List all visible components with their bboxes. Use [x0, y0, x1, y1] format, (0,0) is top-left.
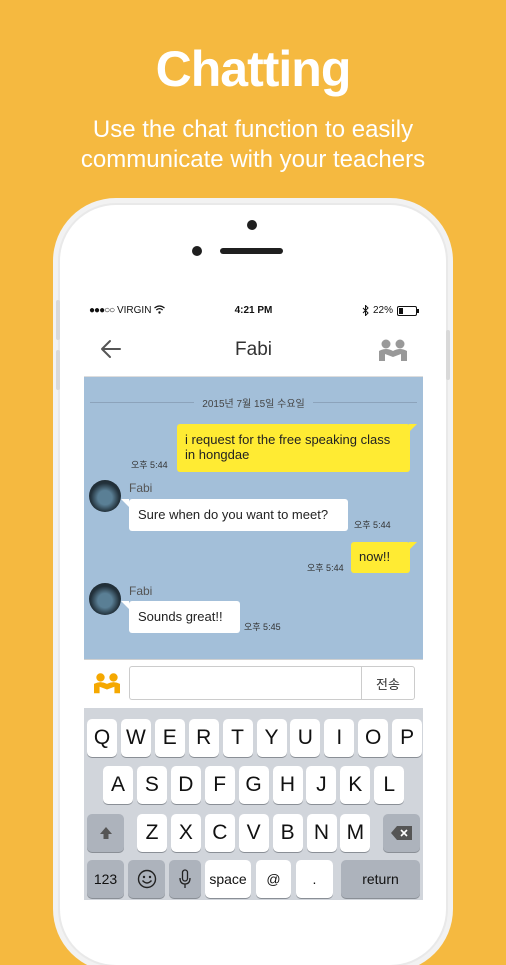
key-n[interactable]: N — [306, 814, 337, 852]
key-u[interactable]: U — [290, 719, 321, 757]
key-k[interactable]: K — [340, 766, 371, 804]
emoji-icon — [137, 869, 156, 889]
message-time: 오후 5:45 — [244, 622, 281, 632]
front-camera — [192, 246, 202, 256]
key-r[interactable]: R — [188, 719, 219, 757]
space-key[interactable]: space — [205, 860, 251, 898]
key-j[interactable]: J — [306, 766, 337, 804]
message-time: 오후 5:44 — [307, 563, 344, 573]
key-f[interactable]: F — [204, 766, 235, 804]
divider-line-left — [90, 402, 195, 403]
key-v[interactable]: V — [238, 814, 269, 852]
key-s[interactable]: S — [136, 766, 167, 804]
numbers-key[interactable]: 123 — [87, 860, 124, 898]
date-divider: 2015년 7월 15일 수요일 — [90, 395, 417, 410]
keyboard: QWERTYUIOP ASDFGHJKL ZXCVBNM 123 space @… — [84, 708, 423, 900]
key-w[interactable]: W — [120, 719, 151, 757]
key-h[interactable]: H — [272, 766, 303, 804]
key-y[interactable]: Y — [256, 719, 287, 757]
dictation-key[interactable] — [169, 860, 201, 898]
promo-subtitle-line1: Use the chat function to easily — [92, 116, 414, 143]
message-text: Sure when do you want to meet? — [138, 507, 329, 522]
key-d[interactable]: D — [170, 766, 201, 804]
promo-subtitle: Use the chat function to easily communic… — [0, 115, 506, 175]
return-key[interactable]: return — [341, 860, 420, 898]
key-q[interactable]: Q — [87, 719, 117, 757]
sender-name: Fabi — [129, 481, 153, 495]
message-text: now!! — [359, 549, 391, 564]
avatar[interactable] — [89, 583, 121, 615]
my-message-bubble[interactable]: i request for the free speaking class in… — [177, 424, 410, 472]
key-e[interactable]: E — [154, 719, 185, 757]
status-right: 22% — [362, 305, 419, 316]
key-t[interactable]: T — [222, 719, 253, 757]
my-message-bubble[interactable]: now!! — [351, 542, 410, 573]
phone-screen: ●●●○○ VIRGIN 4:21 PM 22% Fabi 2015년 7월 1… — [84, 300, 423, 900]
at-key[interactable]: @ — [256, 860, 291, 898]
key-x[interactable]: X — [170, 814, 201, 852]
period-key[interactable]: . — [296, 860, 333, 898]
backspace-key[interactable] — [383, 814, 420, 852]
message-time: 오후 5:44 — [131, 460, 168, 470]
date-divider-label: 2015년 7월 15일 수요일 — [202, 399, 305, 410]
key-z[interactable]: Z — [137, 814, 167, 852]
power-button — [446, 330, 450, 380]
volume-up-button — [56, 300, 60, 340]
bubble-tail — [409, 542, 417, 550]
message-text-line: in hongdae — [185, 447, 250, 462]
battery-icon — [397, 305, 419, 316]
key-a[interactable]: A — [103, 766, 133, 804]
key-i[interactable]: I — [324, 719, 355, 757]
people-icon[interactable] — [379, 339, 407, 361]
bluetooth-icon — [362, 305, 369, 316]
key-c[interactable]: C — [204, 814, 235, 852]
promo-title: Chatting — [155, 41, 352, 97]
backspace-icon — [390, 826, 412, 840]
bubble-tail — [409, 424, 417, 432]
people-icon[interactable] — [94, 672, 120, 694]
status-bar: ●●●○○ VIRGIN 4:21 PM 22% — [84, 300, 423, 322]
shift-arrow-icon — [99, 827, 112, 839]
message-text: Sounds great!! — [138, 609, 223, 624]
key-p[interactable]: P — [392, 719, 423, 757]
message-input[interactable] — [129, 666, 361, 700]
send-button[interactable]: 전송 — [361, 666, 415, 700]
message-time: 오후 5:44 — [354, 520, 391, 530]
microphone-icon — [179, 869, 191, 888]
sender-name: Fabi — [129, 584, 153, 598]
battery-percent: 22% — [372, 305, 393, 316]
key-l[interactable]: L — [374, 766, 405, 804]
battery-fill — [399, 307, 403, 314]
their-message-bubble[interactable]: Sure when do you want to meet? — [129, 499, 348, 531]
emoji-key[interactable] — [128, 860, 165, 898]
avatar[interactable] — [89, 480, 121, 512]
message-text-line: i request for the free speaking class — [185, 432, 391, 447]
message-composer: 전송 — [84, 659, 423, 709]
shift-key[interactable] — [87, 814, 124, 852]
bubble-tail — [121, 499, 129, 507]
divider-line-right — [312, 402, 417, 403]
chat-header: Fabi — [84, 322, 423, 377]
camera-dot — [247, 220, 257, 230]
bubble-tail — [121, 601, 129, 609]
their-message-bubble[interactable]: Sounds great!! — [129, 601, 240, 633]
key-o[interactable]: O — [358, 719, 389, 757]
earpiece-speaker — [220, 248, 283, 254]
key-m[interactable]: M — [340, 814, 371, 852]
volume-down-button — [56, 350, 60, 390]
key-g[interactable]: G — [238, 766, 269, 804]
key-b[interactable]: B — [272, 814, 303, 852]
chat-title: Fabi — [235, 339, 272, 360]
promo-subtitle-line2: communicate with your teachers — [80, 146, 426, 173]
